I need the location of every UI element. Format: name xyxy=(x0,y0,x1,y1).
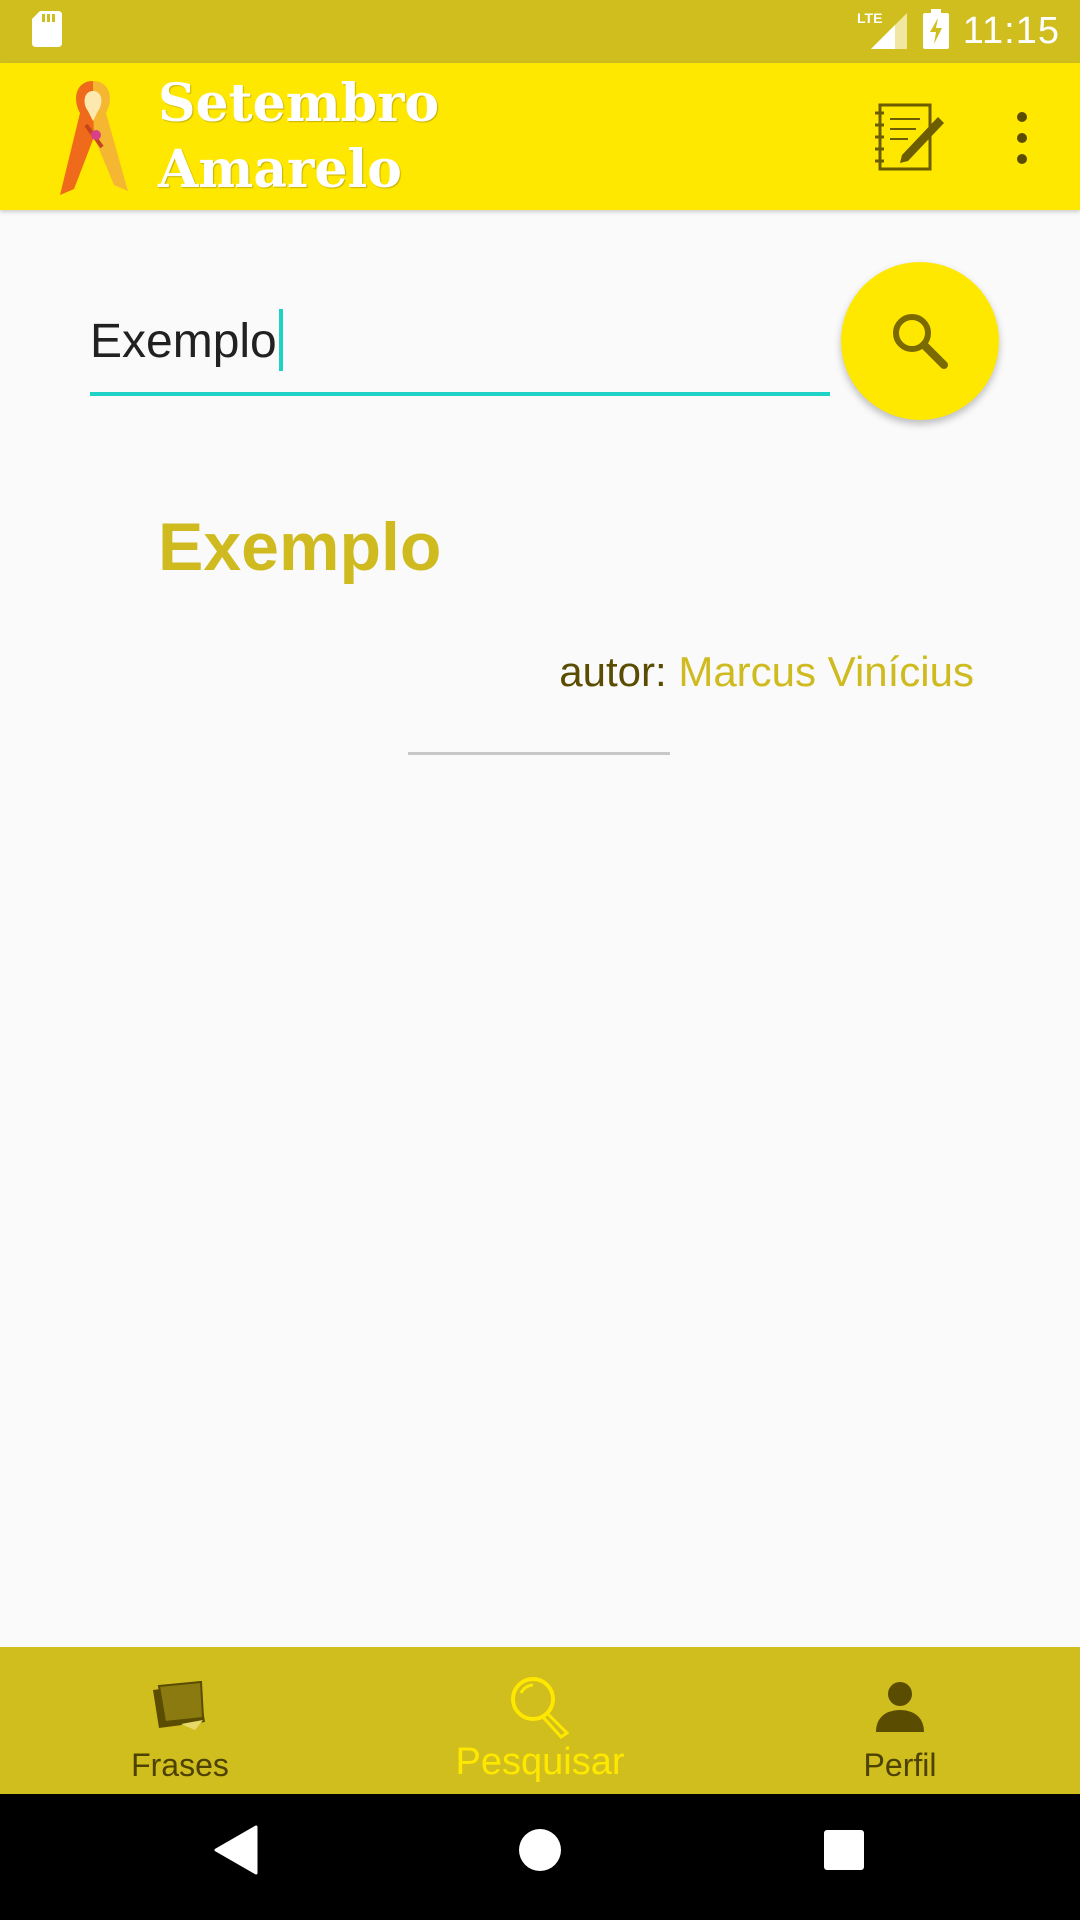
overflow-menu-icon xyxy=(1017,112,1027,164)
nav-item-frases[interactable]: Frases xyxy=(0,1647,360,1794)
back-button[interactable] xyxy=(212,1825,258,1880)
status-bar: LTE 11:15 xyxy=(0,0,1080,63)
search-input-value: Exemplo xyxy=(90,309,283,372)
app-title-line-2: Amarelo xyxy=(158,139,402,200)
nav-item-perfil[interactable]: Perfil xyxy=(720,1647,1080,1794)
magnifier-icon xyxy=(507,1673,573,1739)
sd-card-icon xyxy=(32,11,62,52)
back-triangle-icon xyxy=(214,1825,258,1875)
search-button[interactable] xyxy=(841,262,999,420)
home-circle-icon xyxy=(519,1829,561,1871)
notes-edit-icon xyxy=(875,103,944,171)
ribbon-logo-icon xyxy=(50,77,136,199)
nav-label-perfil: Perfil xyxy=(863,1747,937,1783)
app-screen: LTE 11:15 Setembro Amarelo Exemplo Exemp… xyxy=(0,0,1080,1920)
author-name: Marcus Vinícius xyxy=(678,648,974,695)
result-divider xyxy=(408,752,670,755)
nav-item-pesquisar[interactable]: Pesquisar xyxy=(360,1647,720,1794)
home-button[interactable] xyxy=(518,1825,564,1880)
author-label: autor: xyxy=(559,648,667,695)
nav-label-frases: Frases xyxy=(131,1747,229,1783)
overflow-menu-button[interactable] xyxy=(1004,103,1040,173)
app-title-line-1: Setembro xyxy=(158,73,440,134)
system-navigation-bar xyxy=(0,1794,1080,1920)
search-icon xyxy=(893,314,948,369)
status-time: 11:15 xyxy=(962,10,1060,52)
bottom-navigation: Frases Pesquisar Perfil xyxy=(0,1647,1080,1794)
recents-button[interactable] xyxy=(822,1825,868,1880)
app-title: Setembro Amarelo xyxy=(158,71,439,203)
recents-square-icon xyxy=(824,1830,864,1870)
notes-stack-icon xyxy=(151,1673,209,1739)
person-icon xyxy=(874,1673,926,1739)
nav-label-pesquisar: Pesquisar xyxy=(455,1741,625,1783)
text-cursor xyxy=(278,309,283,372)
notes-edit-button[interactable] xyxy=(872,99,948,175)
result-author: autor: Marcus Vinícius xyxy=(559,648,974,696)
network-type-label: LTE xyxy=(857,10,882,26)
battery-charging-icon xyxy=(922,9,949,54)
lte-signal-icon: LTE xyxy=(857,9,909,54)
app-bar: Setembro Amarelo xyxy=(0,63,1080,210)
result-phrase-title[interactable]: Exemplo xyxy=(158,508,441,586)
